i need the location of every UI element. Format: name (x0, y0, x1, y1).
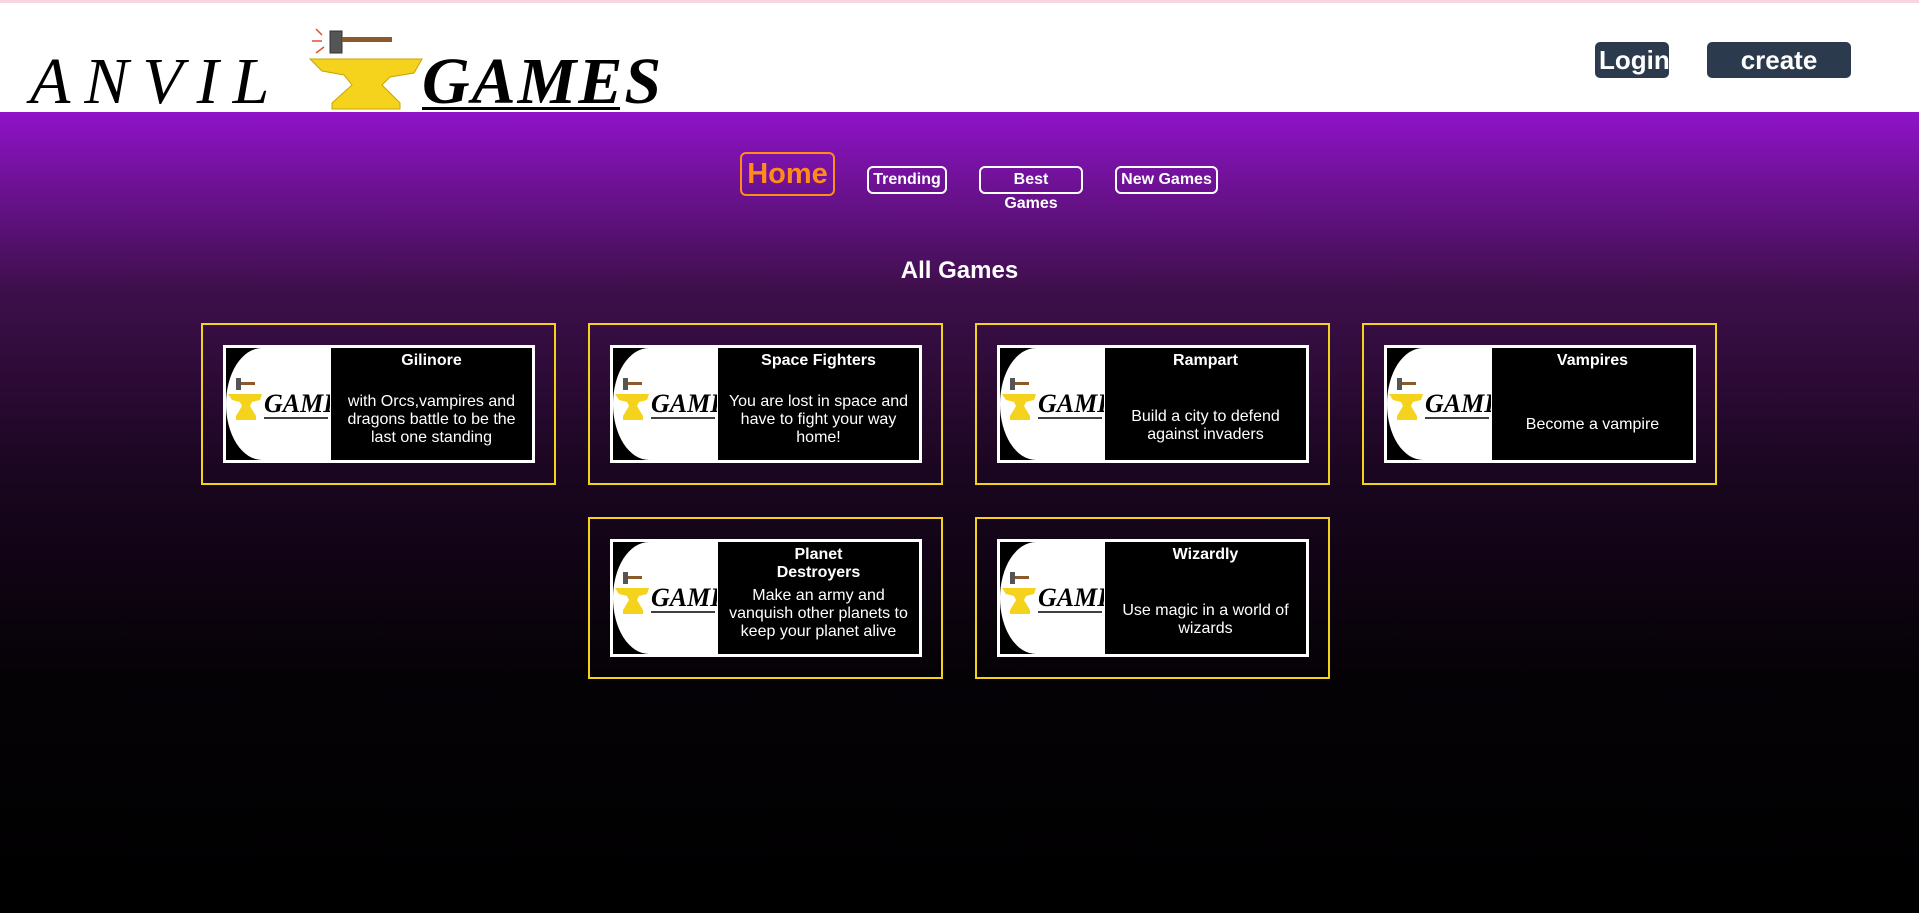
game-card-inner: GAMES Vampires Become a vampire (1384, 345, 1696, 463)
game-card-inner: GAMES Planet Destroyers Make an army and… (610, 539, 922, 657)
game-card-inner: GAMES Wizardly Use magic in a world of w… (997, 539, 1309, 657)
main-content: Home Trending Best Games New Games All G… (0, 112, 1919, 913)
anvil-games-thumb-icon: GAMES (1002, 572, 1104, 614)
game-thumbnail: GAMES (226, 348, 331, 460)
game-thumbnail: GAMES (613, 542, 718, 654)
nav-home-button[interactable]: Home (740, 152, 835, 196)
anvil-games-thumb-icon: GAMES (1389, 378, 1491, 420)
game-card-rampart[interactable]: GAMES Rampart Build a city to defend aga… (975, 323, 1330, 485)
svg-text:GAMES: GAMES (1425, 389, 1491, 418)
anvil-hammer-icon (308, 28, 423, 110)
game-card-wizardly[interactable]: GAMES Wizardly Use magic in a world of w… (975, 517, 1330, 679)
game-description: with Orcs,vampires and dragons battle to… (347, 393, 516, 446)
game-card-space-fighters[interactable]: GAMES Space Fighters You are lost in spa… (588, 323, 943, 485)
game-thumbnail: GAMES (613, 348, 718, 460)
game-card-vampires[interactable]: GAMES Vampires Become a vampire (1362, 323, 1717, 485)
logo-games-text: GAMES (422, 45, 664, 118)
anvil-games-logo[interactable]: ANVIL GAMES (30, 25, 661, 118)
game-title: Rampart (1173, 352, 1238, 369)
game-thumbnail: GAMES (1000, 348, 1105, 460)
section-title: All Games (900, 257, 1019, 284)
site-header: ANVIL GAMES Login create User (0, 3, 1919, 115)
game-description: Make an army and vanquish other planets … (729, 587, 908, 640)
game-card-inner: GAMES Rampart Build a city to defend aga… (997, 345, 1309, 463)
game-thumbnail: GAMES (1000, 542, 1105, 654)
nav-new-games-button[interactable]: New Games (1115, 166, 1218, 194)
game-title: Space Fighters (761, 352, 876, 369)
game-card-planet-destroyers[interactable]: GAMES Planet Destroyers Make an army and… (588, 517, 943, 679)
game-card-inner: GAMES Gilinore with Orcs,vampires and dr… (223, 345, 535, 463)
login-button[interactable]: Login (1595, 42, 1670, 78)
anvil-games-thumb-icon: GAMES (228, 378, 330, 420)
game-title: Planet Destroyers (776, 546, 861, 581)
nav-best-games-button[interactable]: Best Games (979, 166, 1083, 212)
category-nav: Home Trending Best Games New Games (0, 152, 1919, 212)
svg-text:GAMES: GAMES (1038, 389, 1104, 418)
game-description: Use magic in a world of wizards (1122, 602, 1289, 637)
nav-trending-button[interactable]: Trending (867, 166, 947, 194)
create-user-button[interactable]: create User (1707, 42, 1851, 111)
svg-text:GAMES: GAMES (651, 583, 717, 612)
anvil-games-thumb-icon: GAMES (615, 572, 717, 614)
svg-text:GAMES: GAMES (1038, 583, 1104, 612)
game-card-gilinore[interactable]: GAMES Gilinore with Orcs,vampires and dr… (201, 323, 556, 485)
logo-anvil-text: ANVIL (30, 45, 284, 118)
svg-text:GAMES: GAMES (264, 389, 330, 418)
anvil-games-thumb-icon: GAMES (615, 378, 717, 420)
logo-underline (422, 107, 620, 110)
game-description: Become a vampire (1525, 416, 1660, 433)
svg-text:GAMES: GAMES (651, 389, 717, 418)
game-thumbnail: GAMES (1387, 348, 1492, 460)
anvil-games-thumb-icon: GAMES (1002, 378, 1104, 420)
game-title: Wizardly (1172, 546, 1239, 563)
game-title: Vampires (1556, 352, 1629, 369)
game-card-inner: GAMES Space Fighters You are lost in spa… (610, 345, 922, 463)
game-description: You are lost in space and have to fight … (728, 393, 909, 446)
game-title: Gilinore (401, 352, 462, 369)
game-description: Build a city to defend against invaders (1131, 408, 1280, 443)
